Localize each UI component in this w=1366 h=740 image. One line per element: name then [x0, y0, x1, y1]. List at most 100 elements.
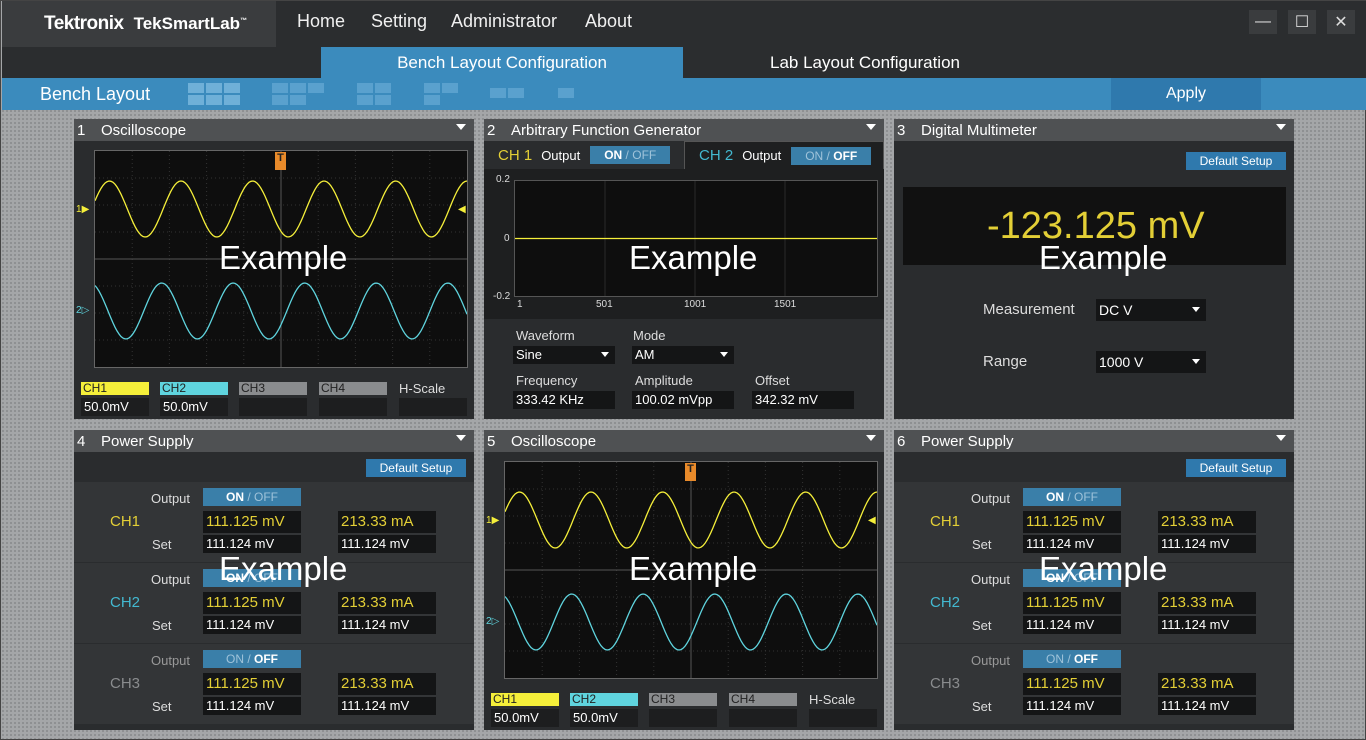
panel-number: 3: [897, 121, 906, 139]
set-voltage-field[interactable]: 111.124 mV: [203, 697, 301, 715]
toggle-off: OFF: [833, 148, 858, 163]
scope-screen[interactable]: [504, 461, 878, 679]
hscale-value[interactable]: [399, 398, 467, 416]
measured-current: 213.33 mA: [338, 673, 436, 695]
ch1-tag[interactable]: CH1: [81, 382, 149, 395]
set-current-field[interactable]: 111.124 mV: [1158, 616, 1256, 634]
toggle-on: ON: [225, 571, 244, 585]
toggle-on: ON: [1045, 490, 1064, 504]
set-label: Set: [972, 618, 992, 633]
set-current-field[interactable]: 111.124 mV: [338, 697, 436, 715]
channel-label: CH1: [110, 513, 141, 530]
ch3-tag[interactable]: CH3: [649, 693, 717, 706]
tab-bench-layout[interactable]: Bench Layout Configuration: [321, 47, 683, 78]
afg-ch2-output-toggle[interactable]: ON / OFF: [791, 146, 872, 165]
ch2-scale-value[interactable]: 50.0mV: [160, 398, 228, 416]
tab-lab-layout[interactable]: Lab Layout Configuration: [683, 47, 1047, 78]
layout-option-2x2[interactable]: [357, 83, 391, 105]
ch3-scale-value[interactable]: [239, 398, 307, 416]
layout-option-1x1[interactable]: [558, 88, 574, 98]
chevron-down-icon[interactable]: [456, 124, 466, 130]
layout-option-3x2[interactable]: [188, 83, 240, 105]
hscale-value[interactable]: [809, 709, 877, 727]
default-setup-button[interactable]: Default Setup: [1186, 459, 1286, 477]
chevron-down-icon[interactable]: [456, 435, 466, 441]
output-label: Output: [971, 572, 1011, 587]
chevron-down-icon[interactable]: [1276, 435, 1286, 441]
waveform-select[interactable]: Sine: [513, 346, 615, 364]
afg-ch1-output-toggle[interactable]: ON / OFF: [590, 146, 671, 164]
ch2-scale-value[interactable]: 50.0mV: [570, 709, 638, 727]
set-label: Set: [972, 537, 992, 552]
nav-about[interactable]: About: [585, 11, 632, 32]
default-setup-button[interactable]: Default Setup: [366, 459, 466, 477]
layout-option-mixed[interactable]: [272, 83, 324, 105]
ch1-scale-value[interactable]: 50.0mV: [491, 709, 559, 727]
nav-home[interactable]: Home: [297, 11, 345, 32]
set-current-field[interactable]: 111.124 mV: [338, 535, 436, 553]
dmm-display: -123.125 mV: [903, 187, 1286, 265]
layout-option-3panel[interactable]: [424, 83, 458, 105]
output-toggle[interactable]: ON / OFF: [1023, 569, 1121, 587]
panel-header: 4 Power Supply: [74, 430, 474, 452]
set-voltage-field[interactable]: 111.124 mV: [1023, 616, 1121, 634]
set-voltage-field[interactable]: 111.124 mV: [1023, 535, 1121, 553]
set-voltage-field[interactable]: 111.124 mV: [203, 616, 301, 634]
apply-button[interactable]: Apply: [1111, 78, 1261, 110]
set-voltage-field[interactable]: 111.124 mV: [203, 535, 301, 553]
maximize-button[interactable]: ☐: [1288, 10, 1316, 34]
output-toggle[interactable]: ON / OFF: [203, 650, 301, 668]
ch2-marker-icon: 2▷: [486, 616, 500, 627]
set-current-field[interactable]: 111.124 mV: [338, 616, 436, 634]
chevron-down-icon: [1192, 307, 1200, 312]
ch2-tag[interactable]: CH2: [160, 382, 228, 395]
amplitude-field[interactable]: 100.02 mVpp: [632, 391, 734, 409]
trademark: ™: [240, 17, 248, 25]
offset-label: Offset: [755, 373, 790, 388]
set-current-field[interactable]: 111.124 mV: [1158, 535, 1256, 553]
nav-setting[interactable]: Setting: [371, 11, 427, 32]
panel-header: 3 Digital Multimeter: [894, 119, 1294, 141]
ch4-scale-value[interactable]: [319, 398, 387, 416]
ch4-tag[interactable]: CH4: [319, 382, 387, 395]
offset-field[interactable]: 342.32 mV: [752, 391, 854, 409]
ch1-scale-value[interactable]: 50.0mV: [81, 398, 149, 416]
output-toggle[interactable]: ON / OFF: [203, 569, 301, 587]
panel-header: 5 Oscilloscope: [484, 430, 884, 452]
measured-voltage: 111.125 mV: [1023, 592, 1121, 614]
close-button[interactable]: ✕: [1327, 10, 1355, 34]
layout-option-2x1[interactable]: [490, 88, 524, 98]
ch4-scale-value[interactable]: [729, 709, 797, 727]
app-window: Tektronix TekSmartLab™ Home Setting Admi…: [0, 0, 1366, 740]
ch2-tag[interactable]: CH2: [570, 693, 638, 706]
ch4-tag[interactable]: CH4: [729, 693, 797, 706]
afg-ch2-tab[interactable]: CH 2 Output ON / OFF: [684, 141, 884, 169]
minimize-button[interactable]: —: [1249, 10, 1277, 34]
ch3-tag[interactable]: CH3: [239, 382, 307, 395]
dmm-panel: 3 Digital Multimeter Default Setup -123.…: [894, 119, 1294, 419]
afg-ch1-tab[interactable]: CH 1 Output ON / OFF: [484, 141, 684, 169]
scope-screen[interactable]: [94, 150, 468, 368]
set-current-field[interactable]: 111.124 mV: [1158, 697, 1256, 715]
range-select[interactable]: 1000 V: [1096, 351, 1206, 373]
ch3-scale-value[interactable]: [649, 709, 717, 727]
output-toggle[interactable]: ON / OFF: [1023, 488, 1121, 506]
output-toggle[interactable]: ON / OFF: [1023, 650, 1121, 668]
bench-layout-label: Bench Layout: [40, 84, 151, 104]
frequency-field[interactable]: 333.42 KHz: [513, 391, 615, 409]
measurement-select[interactable]: DC V: [1096, 299, 1206, 321]
nav-administrator[interactable]: Administrator: [451, 11, 557, 32]
afg-x-tick: 501: [596, 299, 613, 310]
chevron-down-icon[interactable]: [1276, 124, 1286, 130]
measurement-value: DC V: [1099, 302, 1133, 318]
chevron-down-icon[interactable]: [866, 124, 876, 130]
chevron-down-icon[interactable]: [866, 435, 876, 441]
oscilloscope-panel-5: 5 Oscilloscope T 1▶ ◀ 2▷ Example CH1 CH2…: [484, 430, 884, 730]
default-setup-button[interactable]: Default Setup: [1186, 152, 1286, 170]
afg-x-tick: 1: [517, 299, 523, 310]
set-voltage-field[interactable]: 111.124 mV: [1023, 697, 1121, 715]
mode-select[interactable]: AM: [632, 346, 734, 364]
output-toggle[interactable]: ON / OFF: [203, 488, 301, 506]
measured-voltage: 111.125 mV: [203, 592, 301, 614]
ch1-tag[interactable]: CH1: [491, 693, 559, 706]
